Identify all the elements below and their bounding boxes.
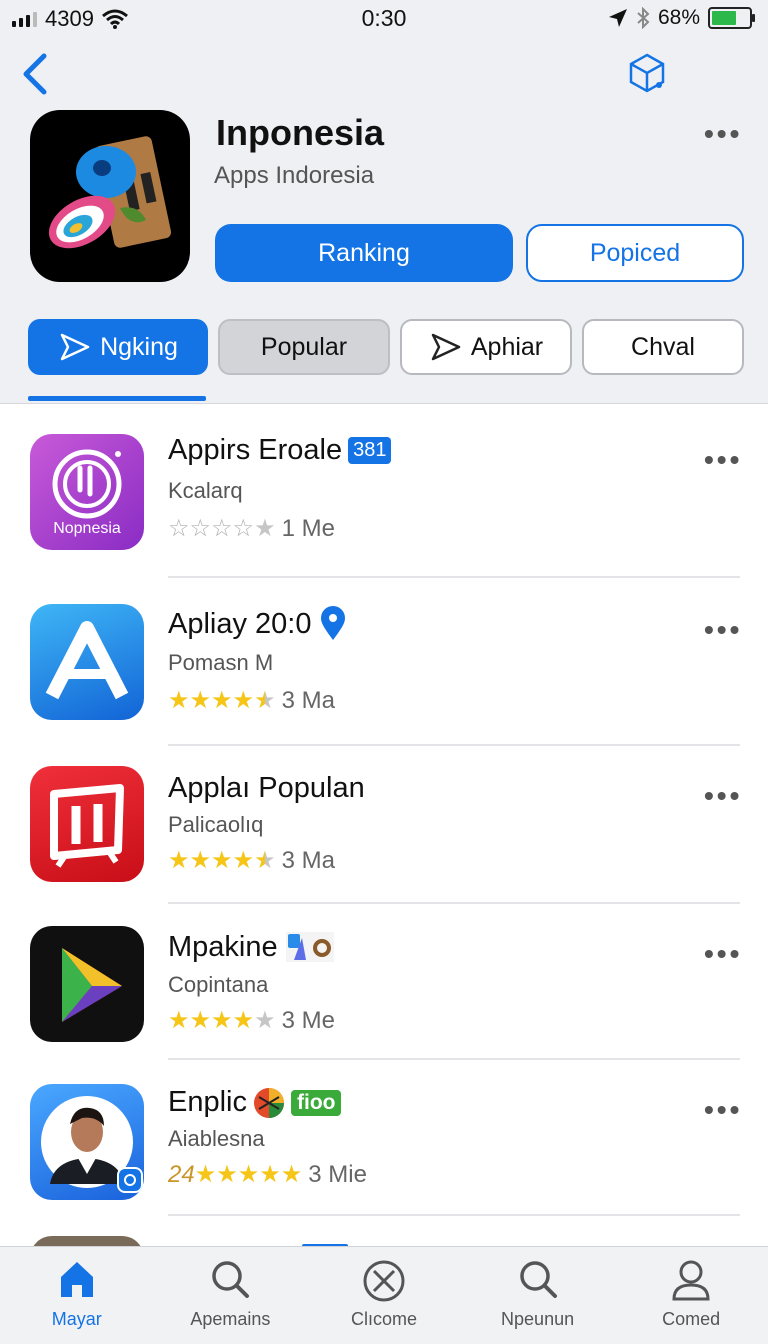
app-name: Appirs Eroale bbox=[168, 434, 343, 466]
tab-label: Clıcome bbox=[350, 1309, 417, 1329]
app-badge-icon bbox=[285, 932, 334, 962]
rating: ★★★★★ 3 Me bbox=[168, 1006, 335, 1035]
app-name-row: Applaı Populan bbox=[168, 772, 365, 805]
tab-label: Apemains bbox=[190, 1309, 271, 1329]
chevron-left-icon[interactable] bbox=[20, 52, 50, 96]
rating-count: 1 Me bbox=[281, 514, 335, 542]
status-bar: 4309 0:30 68% bbox=[0, 0, 768, 36]
list-item[interactable]: Nopnesia Appirs Eroale 381 Kcalarq ☆☆☆☆★… bbox=[0, 404, 768, 578]
popiced-button[interactable]: Popiced bbox=[526, 224, 744, 282]
more-options-icon[interactable]: ••• bbox=[704, 938, 742, 970]
search-icon bbox=[212, 1261, 250, 1298]
more-options-icon[interactable]: ••• bbox=[704, 118, 742, 150]
app-developer: Pomasn M bbox=[168, 650, 274, 675]
app-list-icon bbox=[30, 926, 144, 1042]
star-rating: ★★★★★ bbox=[168, 1007, 276, 1034]
rating-count: 3 Me bbox=[281, 1006, 335, 1034]
list-item[interactable]: Applaı Populan Palicaolıq ★★★★★ 3 Ma ••• bbox=[0, 746, 768, 904]
segment-label: Aphiar bbox=[470, 332, 544, 361]
rating: ☆☆☆☆★ 1 Me bbox=[168, 514, 335, 543]
app-name-row: Mpakine bbox=[168, 930, 336, 964]
app-subtitle: Apps Indoresia bbox=[214, 162, 375, 189]
app-name: Applaı Populan bbox=[168, 772, 365, 804]
tab-npeunun[interactable]: Npeunun bbox=[461, 1247, 615, 1344]
ranking-button[interactable]: Ranking bbox=[215, 224, 513, 282]
rating: ★★★★★ 3 Ma bbox=[168, 686, 335, 715]
map-pin-icon bbox=[320, 606, 345, 640]
segment-label: Chval bbox=[631, 332, 695, 361]
app-developer: Copintana bbox=[168, 972, 269, 997]
more-options-icon[interactable]: ••• bbox=[704, 780, 742, 812]
app-name: Enplic bbox=[168, 1086, 247, 1118]
app-list-icon bbox=[30, 604, 144, 720]
star-rating: ☆☆☆☆★ bbox=[168, 515, 276, 542]
active-segment-indicator bbox=[28, 396, 206, 401]
app-name-row: Apliay 20:0 bbox=[168, 606, 348, 642]
tab-label: Comed bbox=[662, 1309, 721, 1329]
rating: 24 ★★★★★ 3 Mie bbox=[168, 1160, 367, 1189]
app-title: Inponesia bbox=[216, 112, 385, 153]
tab-mayar[interactable]: Mayar bbox=[0, 1247, 154, 1344]
star-rating: ★★★★★ bbox=[168, 847, 276, 874]
rating-count: 3 Ma bbox=[281, 686, 335, 714]
person-icon bbox=[672, 1260, 710, 1301]
app-name-row: Enplic fioo bbox=[168, 1086, 342, 1119]
rating-prefix: 24 bbox=[168, 1160, 195, 1188]
list-item[interactable]: Enplic fioo Aiablesna 24 ★★★★★ 3 Mie ••• bbox=[0, 1060, 768, 1216]
app-developer: Kcalarq bbox=[168, 478, 243, 503]
rating: ★★★★★ 3 Ma bbox=[168, 846, 335, 875]
app-developer: Aiablesna bbox=[168, 1126, 265, 1151]
rating-count: 3 Ma bbox=[281, 846, 335, 874]
tab-apemains[interactable]: Apemains bbox=[154, 1247, 308, 1344]
app-list-icon bbox=[30, 1236, 144, 1246]
play-icon bbox=[431, 333, 461, 361]
app-list-icon: Nopnesia bbox=[30, 434, 144, 550]
rating-count: 3 Mie bbox=[308, 1160, 367, 1188]
bluetooth-icon bbox=[637, 7, 650, 29]
app-list-icon bbox=[30, 766, 144, 882]
home-icon bbox=[60, 1262, 93, 1297]
more-options-icon[interactable]: ••• bbox=[704, 444, 742, 476]
ar-cube-icon[interactable] bbox=[626, 52, 668, 94]
tab-label: Npeunun bbox=[501, 1309, 575, 1329]
tab-clicome[interactable]: Clıcome bbox=[307, 1247, 461, 1344]
tab-label: Mayar bbox=[51, 1309, 102, 1329]
app-header: Inponesia Apps Indoresia ••• Ranking Pop… bbox=[0, 36, 768, 404]
app-name: Mpakine bbox=[168, 930, 278, 963]
pinwheel-icon bbox=[254, 1087, 284, 1118]
list-item[interactable]: Mpakine Copintana ★★★★★ 3 Me ••• bbox=[0, 904, 768, 1060]
battery-icon bbox=[708, 7, 755, 29]
app-icon bbox=[30, 110, 190, 282]
segment-popular[interactable]: Popular bbox=[218, 319, 390, 375]
battery-percent: 68% bbox=[657, 6, 700, 29]
segment-aphiar[interactable]: Aphiar bbox=[400, 319, 572, 375]
segment-ngking[interactable]: Ngking bbox=[28, 319, 208, 375]
label-badge: fioo bbox=[291, 1089, 342, 1116]
more-options-icon[interactable]: ••• bbox=[704, 1094, 742, 1126]
tab-bar: Mayar Apemains Clıcome Npeunun Comed bbox=[0, 1246, 768, 1344]
tab-comed[interactable]: Comed bbox=[614, 1247, 768, 1344]
app-icon-caption: Nopnesia bbox=[53, 520, 121, 537]
list-item-partial[interactable] bbox=[0, 1216, 768, 1246]
location-icon bbox=[608, 9, 627, 27]
search-icon bbox=[519, 1261, 557, 1298]
app-name: Apliay 20:0 bbox=[168, 607, 312, 640]
play-icon bbox=[60, 333, 90, 361]
app-name-row: Appirs Eroale 381 bbox=[168, 434, 392, 467]
app-list-icon bbox=[30, 1084, 144, 1200]
rank-badge: 381 bbox=[348, 437, 392, 464]
star-rating: ★★★★★ bbox=[194, 1161, 303, 1188]
cancel-circle-icon bbox=[363, 1260, 405, 1302]
more-options-icon[interactable]: ••• bbox=[704, 614, 742, 646]
star-rating: ★★★★★ bbox=[168, 687, 276, 714]
segment-label: Ngking bbox=[100, 332, 178, 361]
list-item[interactable]: Apliay 20:0 Pomasn M ★★★★★ 3 Ma ••• bbox=[0, 578, 768, 746]
segment-label: Popular bbox=[260, 332, 348, 361]
segment-chval[interactable]: Chval bbox=[582, 319, 744, 375]
app-developer: Palicaolıq bbox=[168, 812, 264, 837]
